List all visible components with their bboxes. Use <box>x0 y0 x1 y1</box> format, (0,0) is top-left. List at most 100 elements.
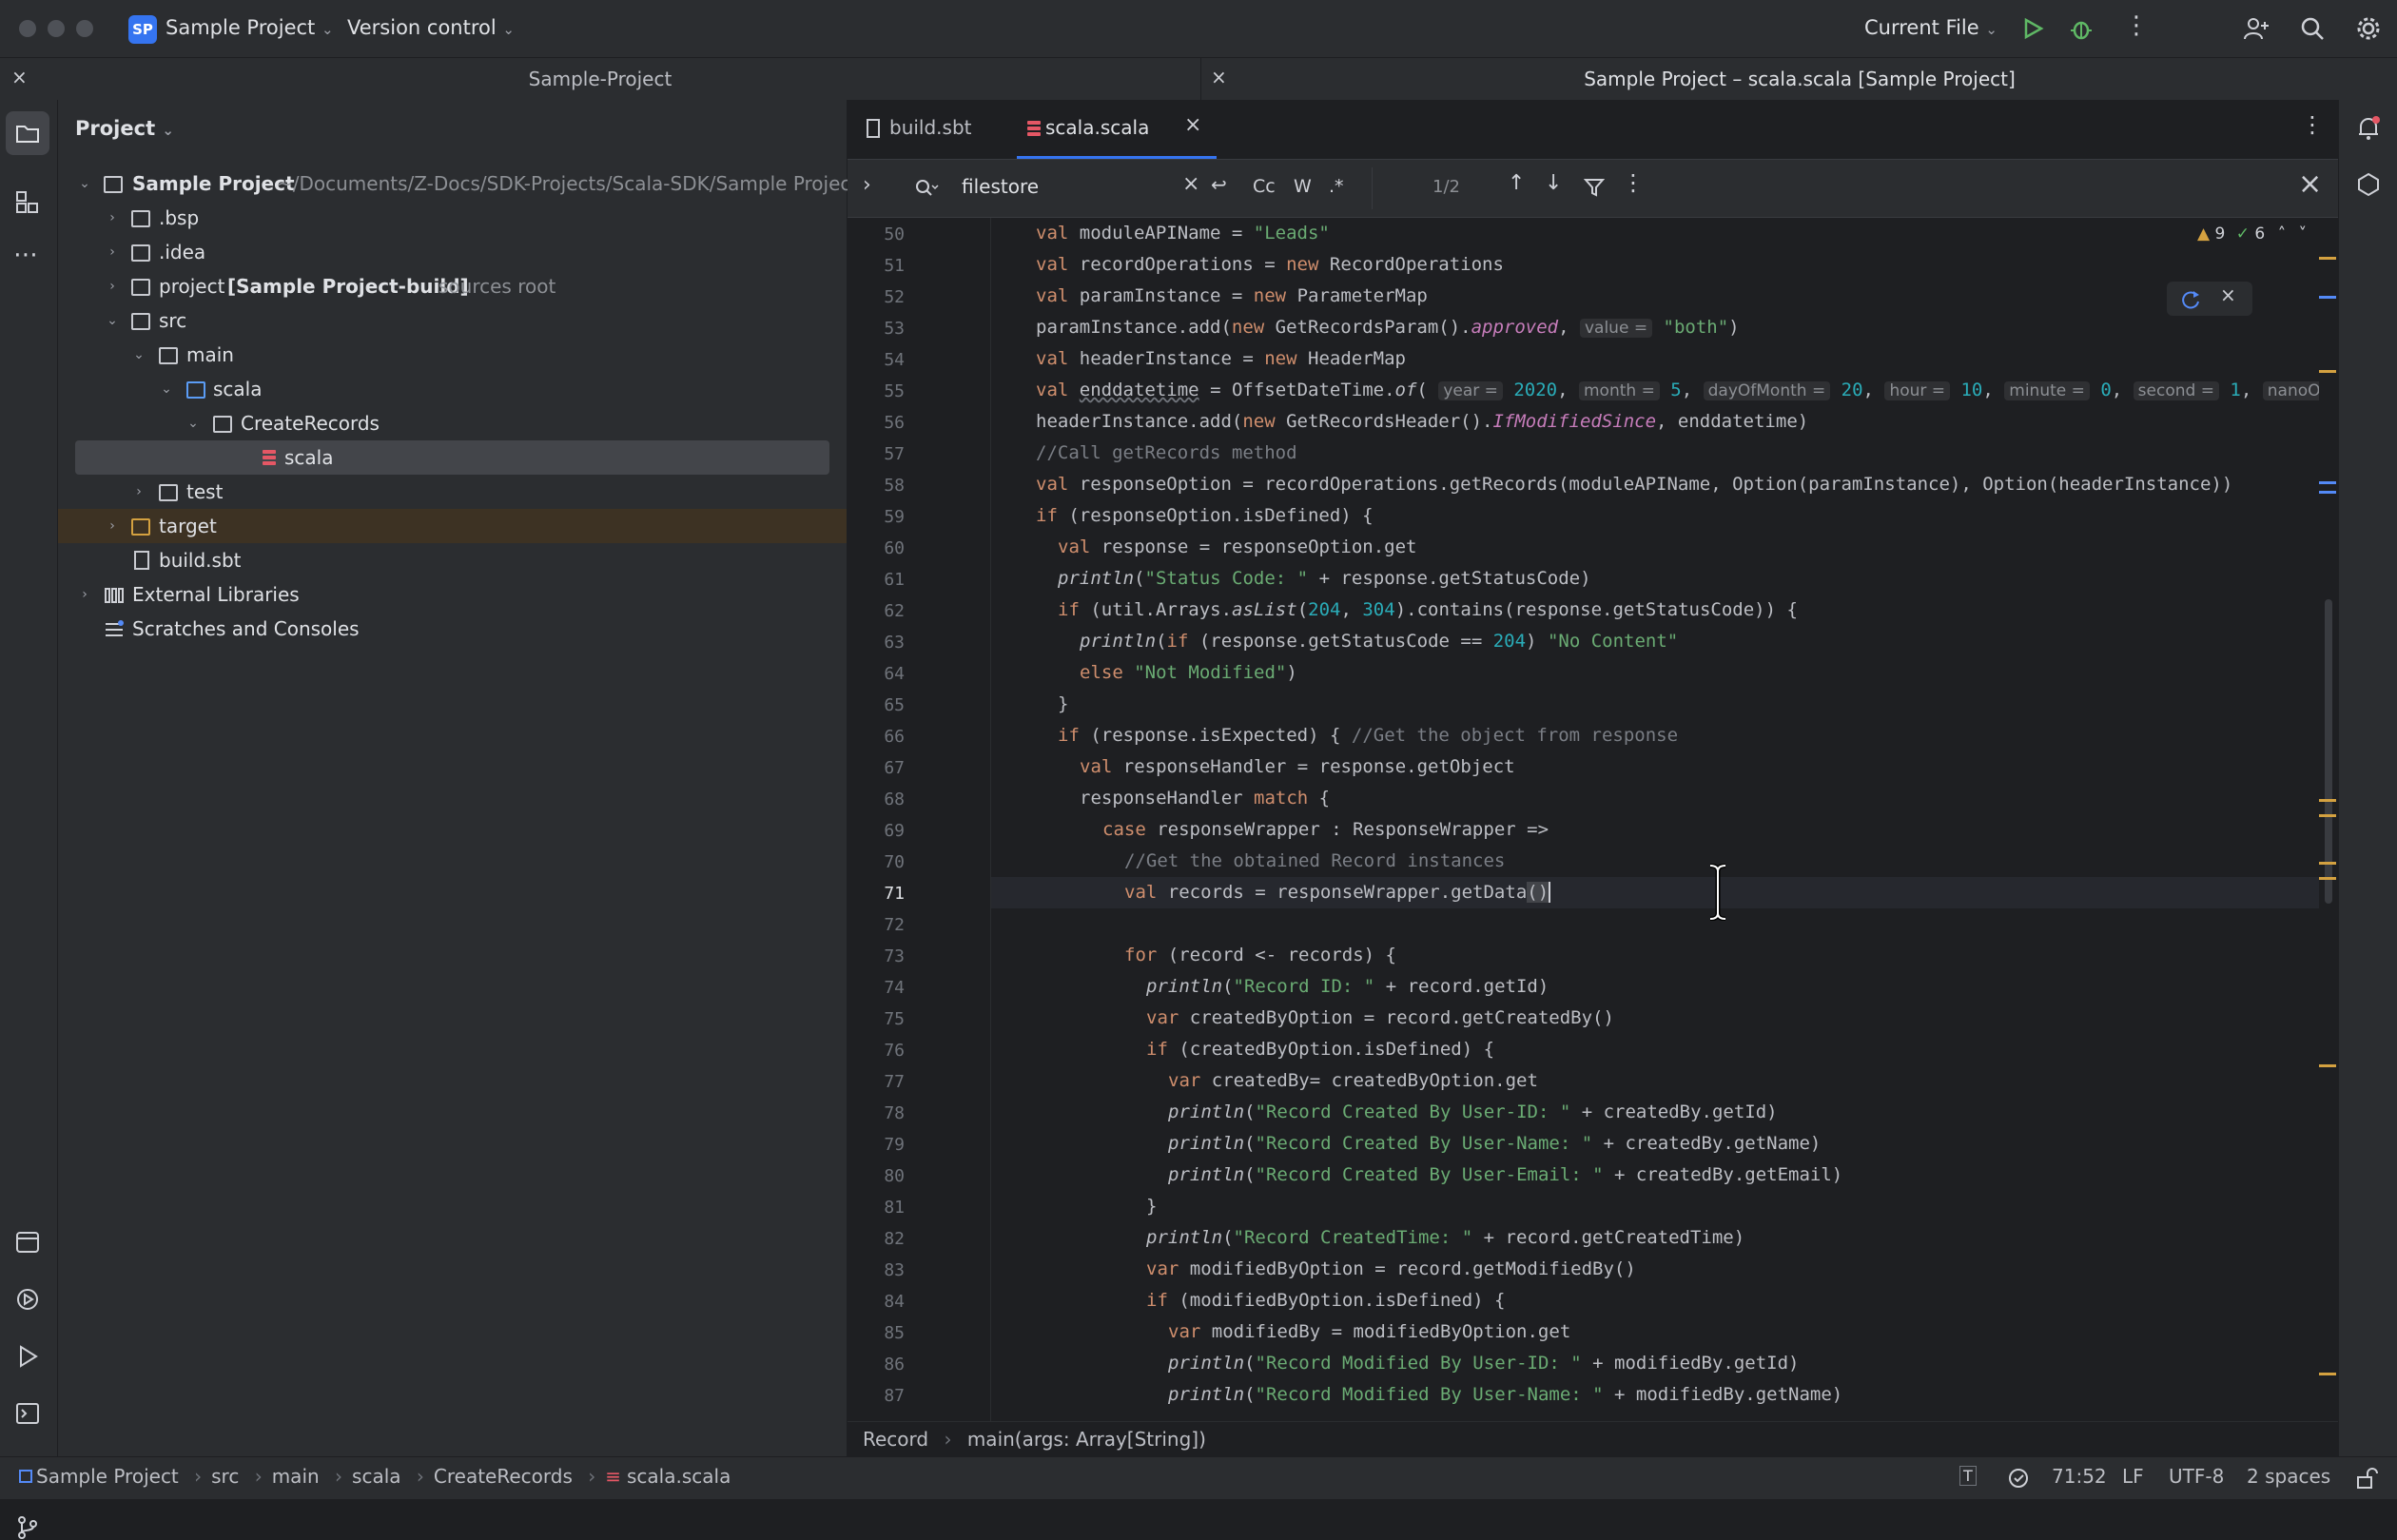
line-number[interactable]: 84 <box>848 1292 905 1312</box>
line-number[interactable]: 76 <box>848 1041 905 1061</box>
line-number[interactable]: 66 <box>848 727 905 747</box>
chevron-right-icon[interactable]: › <box>77 577 92 612</box>
tree-item-src[interactable]: ⌄ src <box>58 303 847 338</box>
tree-item-sample-project[interactable]: ⌄ Sample Project ~/Documents/Z-Docs/SDK-… <box>58 166 858 201</box>
vertical-scrollbar[interactable] <box>2325 599 2332 904</box>
minimize-window-button[interactable] <box>48 20 65 37</box>
tree-item-idea[interactable]: › .idea <box>58 235 847 269</box>
close-icon[interactable]: × <box>2220 283 2236 306</box>
chevron-right-icon[interactable]: › <box>105 269 120 303</box>
line-separator[interactable]: LF <box>2122 1465 2144 1488</box>
indent-setting[interactable]: 2 spaces <box>2247 1465 2330 1488</box>
close-window-button[interactable] <box>19 20 36 37</box>
line-number[interactable]: 72 <box>848 915 905 935</box>
tree-item-scala-dir[interactable]: ⌄ scala <box>58 372 847 406</box>
inspection-widget[interactable]: ▲ 9 ✓ 6 ˄ ˅ <box>2193 224 2311 244</box>
project-badge[interactable]: SP <box>128 15 157 44</box>
line-number[interactable]: 64 <box>848 664 905 684</box>
line-number[interactable]: 50 <box>848 224 905 244</box>
line-number[interactable]: 79 <box>848 1135 905 1155</box>
nav-item[interactable]: scala <box>352 1465 400 1488</box>
tree-item-bsp[interactable]: › .bsp <box>58 201 847 235</box>
close-find-icon[interactable]: × <box>2298 167 2322 201</box>
code-area[interactable]: val moduleAPIName = "Leads" val recordOp… <box>991 218 2319 1421</box>
ai-assistant-icon[interactable] <box>2356 172 2381 197</box>
chevron-up-icon[interactable]: ˄ <box>2278 224 2287 244</box>
line-number[interactable]: 62 <box>848 601 905 621</box>
zoom-window-button[interactable] <box>76 20 93 37</box>
line-number[interactable]: 54 <box>848 350 905 370</box>
tab-actions-icon[interactable]: ⋮ <box>2301 111 2324 138</box>
refresh-icon[interactable] <box>2180 289 2201 310</box>
caret-position[interactable]: 71:52 <box>2052 1465 2107 1488</box>
line-number[interactable]: 55 <box>848 381 905 401</box>
run-config-selector[interactable]: Current File ⌄ <box>1864 16 1998 39</box>
tab-build-sbt[interactable]: build.sbt <box>867 100 1009 159</box>
line-number[interactable]: 71 <box>848 884 905 904</box>
line-number[interactable]: 87 <box>848 1386 905 1406</box>
file-encoding[interactable]: UTF-8 <box>2169 1465 2224 1488</box>
chevron-down-icon[interactable]: ⌄ <box>77 166 92 201</box>
chevron-right-icon[interactable]: › <box>105 201 120 235</box>
line-number[interactable]: 51 <box>848 256 905 276</box>
line-number[interactable]: 86 <box>848 1355 905 1374</box>
line-number[interactable]: 82 <box>848 1229 905 1249</box>
lock-open-icon[interactable] <box>2355 1467 2378 1490</box>
match-case-toggle[interactable]: Cc <box>1253 176 1276 197</box>
line-number[interactable]: 59 <box>848 507 905 527</box>
add-user-icon[interactable] <box>2243 16 2270 41</box>
new-line-icon[interactable]: ↩ <box>1211 173 1227 196</box>
breadcrumb-item[interactable]: main(args: Array[String]) <box>967 1428 1206 1451</box>
line-number[interactable]: 60 <box>848 538 905 558</box>
git-branch-icon[interactable] <box>15 1515 40 1540</box>
line-number[interactable]: 74 <box>848 978 905 998</box>
line-number[interactable]: 73 <box>848 946 905 966</box>
arrow-up-icon[interactable]: ↑ <box>1508 171 1525 195</box>
tree-item-main[interactable]: ⌄ main <box>58 338 847 372</box>
tree-item-build-sbt[interactable]: build.sbt <box>58 543 847 577</box>
line-number[interactable]: 57 <box>848 444 905 464</box>
nav-item[interactable]: main <box>272 1465 320 1488</box>
notifications-icon[interactable] <box>2356 115 2381 142</box>
nav-item[interactable]: Sample Project <box>36 1465 179 1488</box>
chevron-down-icon[interactable]: ⌄ <box>159 372 174 406</box>
structure-icon[interactable] <box>15 190 40 215</box>
terminal-icon[interactable] <box>15 1401 40 1426</box>
debug-icon[interactable] <box>2069 16 2094 41</box>
chevron-down-icon[interactable]: ˅ <box>2299 224 2308 244</box>
search-history-icon[interactable] <box>914 178 939 199</box>
run-icon[interactable] <box>15 1344 40 1369</box>
line-number[interactable]: 69 <box>848 821 905 841</box>
tree-item-createrecords[interactable]: ⌄ CreateRecords <box>58 406 847 440</box>
tree-item-external-libraries[interactable]: › External Libraries <box>58 577 847 612</box>
find-options-icon[interactable]: ⋮ <box>1622 169 1645 196</box>
arrow-down-icon[interactable]: ↓ <box>1545 171 1562 195</box>
whole-word-toggle[interactable]: W <box>1294 176 1312 197</box>
run-services-icon[interactable] <box>15 1287 40 1312</box>
chevron-down-icon[interactable]: ⌄ <box>131 338 146 372</box>
settings-gear-icon[interactable] <box>2355 15 2382 42</box>
nav-item[interactable]: scala.scala <box>627 1465 731 1488</box>
line-number[interactable]: 63 <box>848 633 905 653</box>
chevron-down-icon[interactable]: ⌄ <box>105 303 120 338</box>
run-icon[interactable] <box>2021 17 2044 40</box>
type-info-icon[interactable]: T <box>1959 1466 1977 1486</box>
project-toolwindow-button[interactable] <box>6 111 49 155</box>
line-number[interactable]: 67 <box>848 758 905 778</box>
search-icon[interactable] <box>2300 16 2325 41</box>
nav-item[interactable]: CreateRecords <box>434 1465 573 1488</box>
line-number[interactable]: 70 <box>848 852 905 872</box>
chevron-right-icon[interactable]: › <box>105 509 120 543</box>
line-number[interactable]: 78 <box>848 1103 905 1123</box>
line-number[interactable]: 56 <box>848 413 905 433</box>
chevron-right-icon[interactable]: › <box>131 475 146 509</box>
line-number[interactable]: 77 <box>848 1072 905 1092</box>
line-number[interactable]: 75 <box>848 1009 905 1029</box>
project-switcher[interactable]: Sample Project ⌄ <box>166 16 334 39</box>
line-number[interactable]: 58 <box>848 476 905 496</box>
tree-item-scratches[interactable]: Scratches and Consoles <box>58 612 847 646</box>
regex-toggle[interactable]: .* <box>1329 176 1344 197</box>
chevron-right-icon[interactable]: › <box>105 235 120 269</box>
tree-item-scala-file[interactable]: scala <box>75 440 829 475</box>
line-number[interactable]: 65 <box>848 695 905 715</box>
